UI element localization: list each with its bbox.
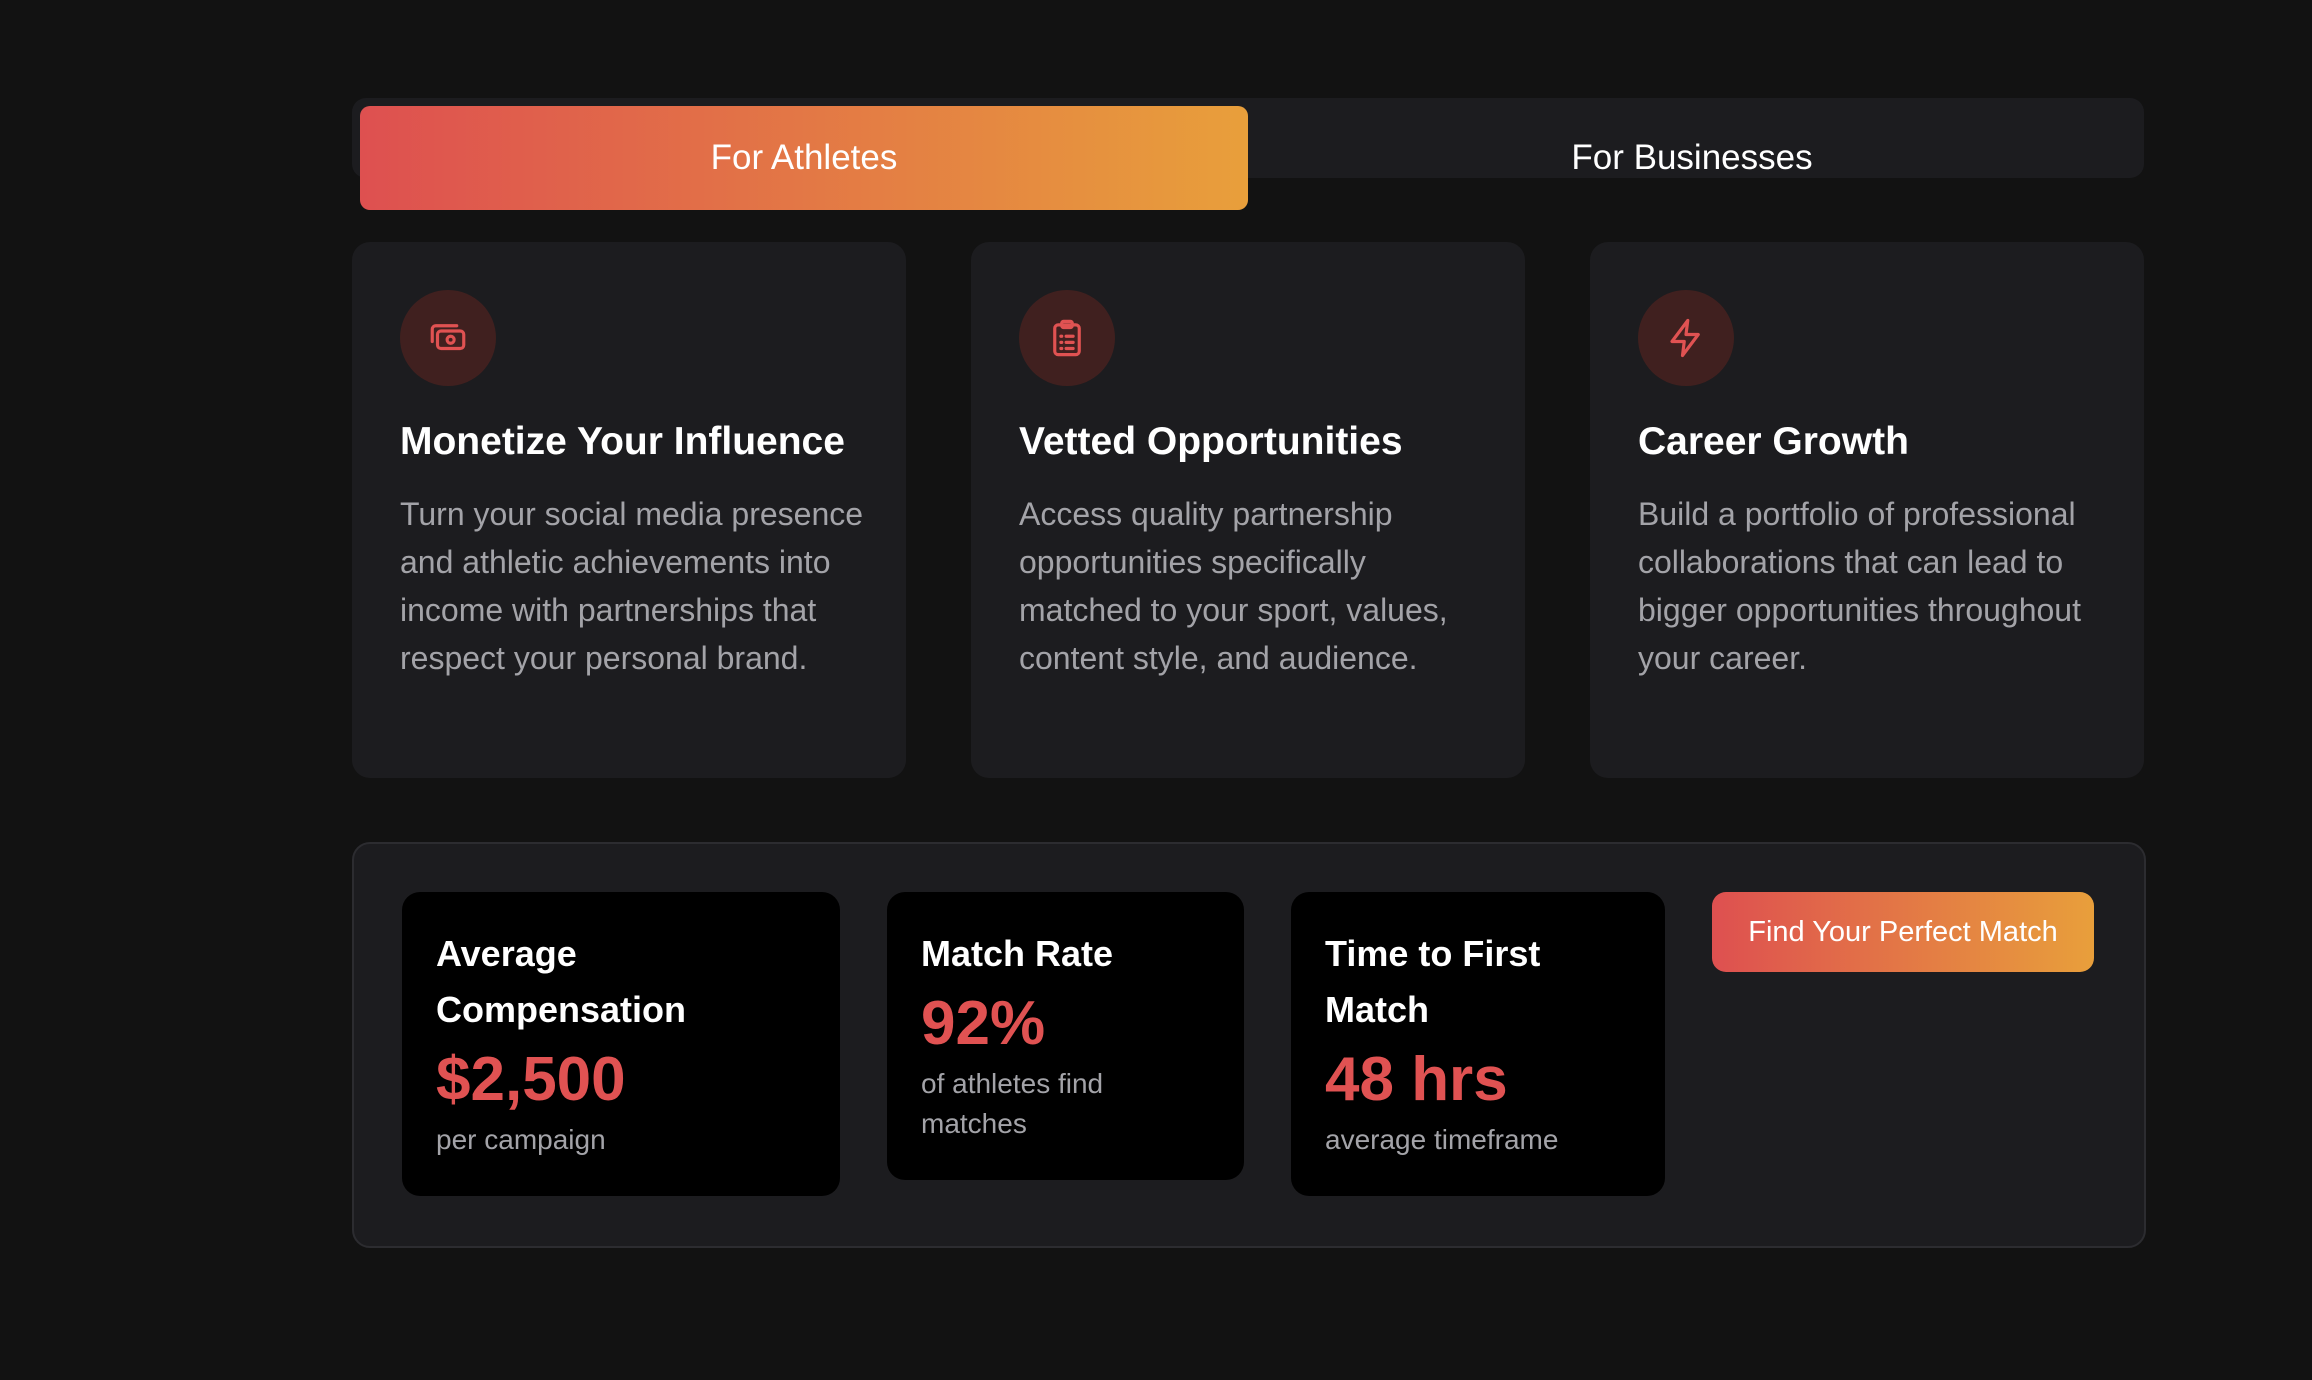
money-icon-badge: [400, 290, 496, 386]
clipboard-icon-badge: [1019, 290, 1115, 386]
stat-value: 48 hrs: [1325, 1045, 1508, 1114]
clipboard-list-icon: [1053, 319, 1081, 357]
feature-title: Vetted Opportunities: [1019, 420, 1403, 463]
tab-for-athletes[interactable]: For Athletes: [360, 106, 1248, 210]
stat-card-time-to-first-match: Time to First Match 48 hrs average timef…: [1291, 892, 1665, 1196]
stat-caption: per campaign: [436, 1124, 606, 1155]
feature-card-monetize: Monetize Your Influence Turn your social…: [352, 242, 906, 778]
stat-caption: average timeframe: [1325, 1124, 1559, 1155]
stats-panel: Average Compensation $2,500 per campaign…: [352, 842, 2146, 1248]
tab-for-businesses[interactable]: For Businesses: [1248, 98, 2136, 218]
lightning-icon-badge: [1638, 290, 1734, 386]
feature-description: Access quality partnership opportunities…: [1019, 496, 1448, 676]
feature-title: Monetize Your Influence: [400, 420, 845, 463]
audience-tab-bar: For Athletes For Businesses: [352, 98, 2144, 210]
stat-label: Match Rate: [921, 933, 1114, 974]
stat-caption: of athletes find matches: [921, 1068, 1104, 1139]
feature-description: Build a portfolio of professional collab…: [1638, 496, 2081, 676]
stat-card-match-rate: Match Rate 92% of athletes find matches: [887, 892, 1244, 1180]
stat-value: $2,500: [436, 1045, 626, 1114]
find-match-button[interactable]: Find Your Perfect Match: [1712, 892, 2094, 972]
stat-label: Time to First Match: [1325, 933, 1541, 1030]
feature-title: Career Growth: [1638, 420, 1909, 463]
lightning-bolt-icon: [1670, 318, 1700, 358]
feature-card-vetted: Vetted Opportunities Access quality part…: [971, 242, 1525, 778]
stat-value: 92%: [921, 989, 1046, 1058]
money-icon: [430, 324, 466, 351]
stat-card-average-compensation: Average Compensation $2,500 per campaign: [402, 892, 840, 1196]
stat-label: Average Compensation: [436, 933, 687, 1030]
feature-card-career: Career Growth Build a portfolio of profe…: [1590, 242, 2144, 778]
feature-description: Turn your social media presence and athl…: [400, 496, 864, 676]
